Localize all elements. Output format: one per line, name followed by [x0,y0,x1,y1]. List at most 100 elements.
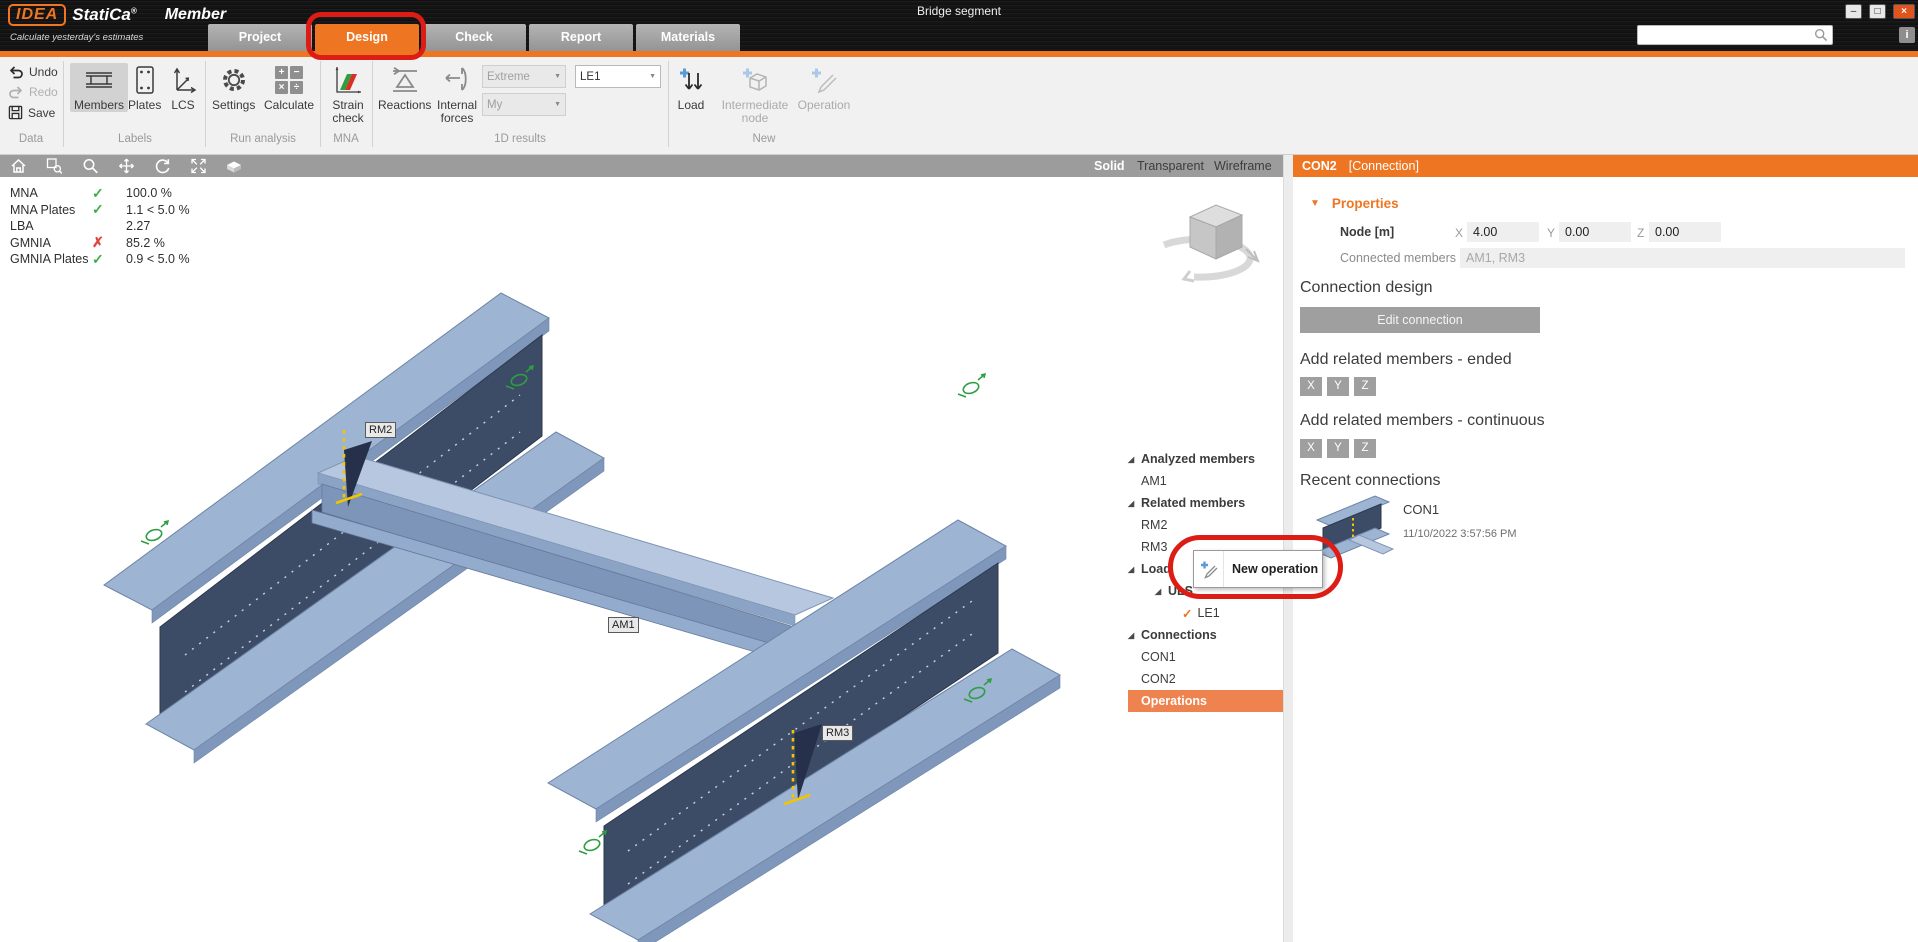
view-mode-wireframe[interactable]: Wireframe [1210,155,1276,177]
navigation-cube[interactable] [1150,185,1275,290]
tab-check[interactable]: Check [422,24,526,51]
ribbon-group-new: New [672,133,856,145]
3d-scene[interactable] [0,177,1283,942]
add-continuous-y-button[interactable]: Y [1327,439,1349,458]
tree-connections[interactable]: ◢ Connections [1128,624,1284,646]
check-icon: ✓ [92,251,126,268]
zoom-fit-icon[interactable] [180,155,216,177]
app-window: IDEA StatiCa® Member Calculate yesterday… [0,0,1918,942]
pan-icon[interactable] [108,155,144,177]
load-icon [676,63,706,97]
load-case-dropdown[interactable]: LE1▼ [575,65,661,88]
add-continuous-z-button[interactable]: Z [1354,439,1376,458]
minimize-button[interactable]: – [1845,4,1862,19]
members-button[interactable]: Members [70,63,128,112]
zoom-window-icon[interactable] [36,155,72,177]
expander-icon[interactable]: ◢ [1128,631,1141,640]
panel-header: CON2 [Connection] [1293,155,1918,177]
expander-icon[interactable]: ◢ [1128,565,1141,574]
ribbon-group-mna: MNA [322,133,370,145]
my-dropdown[interactable]: My▼ [482,93,566,116]
tree-operations-selected[interactable]: Operations [1128,690,1284,712]
add-ended-x-button[interactable]: X [1300,377,1322,396]
ribbon-group-labels: Labels [66,133,204,145]
x-axis-label: X [1455,226,1463,240]
undo-button[interactable]: Undo [8,65,58,79]
tree-related-members[interactable]: ◢ Related members [1128,492,1284,514]
member-label-rm3[interactable]: RM3 [822,725,853,741]
close-button[interactable]: × [1893,4,1915,19]
status-row: LBA 2.27 [10,218,190,235]
strain-check-button[interactable]: Strain check [326,63,370,125]
maximize-button[interactable]: □ [1869,4,1886,19]
ribbon-separator [668,61,669,147]
tree-analyzed-members[interactable]: ◢ Analyzed members [1128,448,1284,470]
zoom-icon[interactable] [72,155,108,177]
search-input[interactable] [1638,29,1814,41]
add-ended-z-button[interactable]: Z [1354,377,1376,396]
tab-report[interactable]: Report [529,24,633,51]
panel-title: CON2 [1302,159,1337,173]
ribbon-separator [372,61,373,147]
ribbon-separator [63,61,64,147]
connection-design-heading: Connection design [1300,279,1433,297]
view-mode-solid[interactable]: Solid [1090,155,1129,177]
intermediate-node-button[interactable]: Intermediate node [720,63,790,125]
calculate-icon: +− ×÷ [275,63,303,97]
extreme-dropdown[interactable]: Extreme▼ [482,65,566,88]
node-y-field[interactable] [1559,222,1631,242]
search-icon [1814,28,1828,42]
member-label-rm2[interactable]: RM2 [365,422,396,438]
expander-icon[interactable]: ◢ [1155,587,1168,596]
properties-section-header[interactable]: ▼ Properties [1310,196,1399,211]
redo-button[interactable]: Redo [8,85,58,99]
tree-item-rm2[interactable]: RM2 [1128,514,1284,536]
tab-materials[interactable]: Materials [636,24,740,51]
ribbon-separator [205,61,206,147]
tab-project[interactable]: Project [208,24,312,51]
node-x-field[interactable] [1467,222,1539,242]
chevron-down-icon: ▼ [649,73,656,80]
check-icon: ✓ [92,201,126,218]
solid-view-icon[interactable] [216,155,252,177]
rotate-icon[interactable] [144,155,180,177]
edit-connection-button[interactable]: Edit connection [1300,307,1540,333]
status-row: MNA Plates ✓ 1.1 < 5.0 % [10,202,190,219]
add-continuous-x-button[interactable]: X [1300,439,1322,458]
connected-members-label: Connected members [1340,251,1456,265]
expander-icon[interactable]: ◢ [1128,499,1141,508]
new-load-button[interactable]: Load [676,63,706,112]
collapse-icon[interactable]: ▼ [1310,198,1320,209]
internal-forces-button[interactable]: Internal forces [434,63,480,125]
node-z-field[interactable] [1649,222,1721,242]
add-ended-y-button[interactable]: Y [1327,377,1349,396]
ribbon-group-data: Data [0,133,62,145]
tree-item-le1[interactable]: ✓ LE1 [1128,602,1284,624]
connected-members-field [1460,248,1905,268]
view-mode-transparent[interactable]: Transparent [1133,155,1208,177]
save-button[interactable]: Save [8,105,55,120]
expander-icon[interactable]: ◢ [1128,455,1141,464]
tree-item-con2[interactable]: CON2 [1128,668,1284,690]
search-box [1637,25,1833,45]
settings-button[interactable]: Settings [212,63,255,112]
lcs-icon [168,63,198,97]
recent-connection-name[interactable]: CON1 [1403,502,1439,517]
lcs-button[interactable]: LCS [168,63,198,112]
new-operation-button[interactable]: Operation [796,63,852,112]
info-button[interactable]: i [1899,27,1915,43]
properties-panel: CON2 [Connection] ▼ Properties Node [m] … [1293,155,1918,942]
home-view-icon[interactable] [0,155,36,177]
tree-item-con1[interactable]: CON1 [1128,646,1284,668]
chevron-down-icon: ▼ [554,101,561,108]
reactions-button[interactable]: Reactions [378,63,431,112]
ribbon-group-run: Run analysis [208,133,318,145]
members-icon [84,63,114,97]
tree-item-am1[interactable]: AM1 [1128,470,1284,492]
annotation-new-operation [1168,535,1343,599]
member-label-am1[interactable]: AM1 [608,617,639,633]
gear-icon [219,63,249,97]
plates-button[interactable]: Plates [128,63,161,112]
check-icon: ✓ [1182,606,1192,621]
calculate-button[interactable]: +− ×÷ Calculate [264,63,314,112]
